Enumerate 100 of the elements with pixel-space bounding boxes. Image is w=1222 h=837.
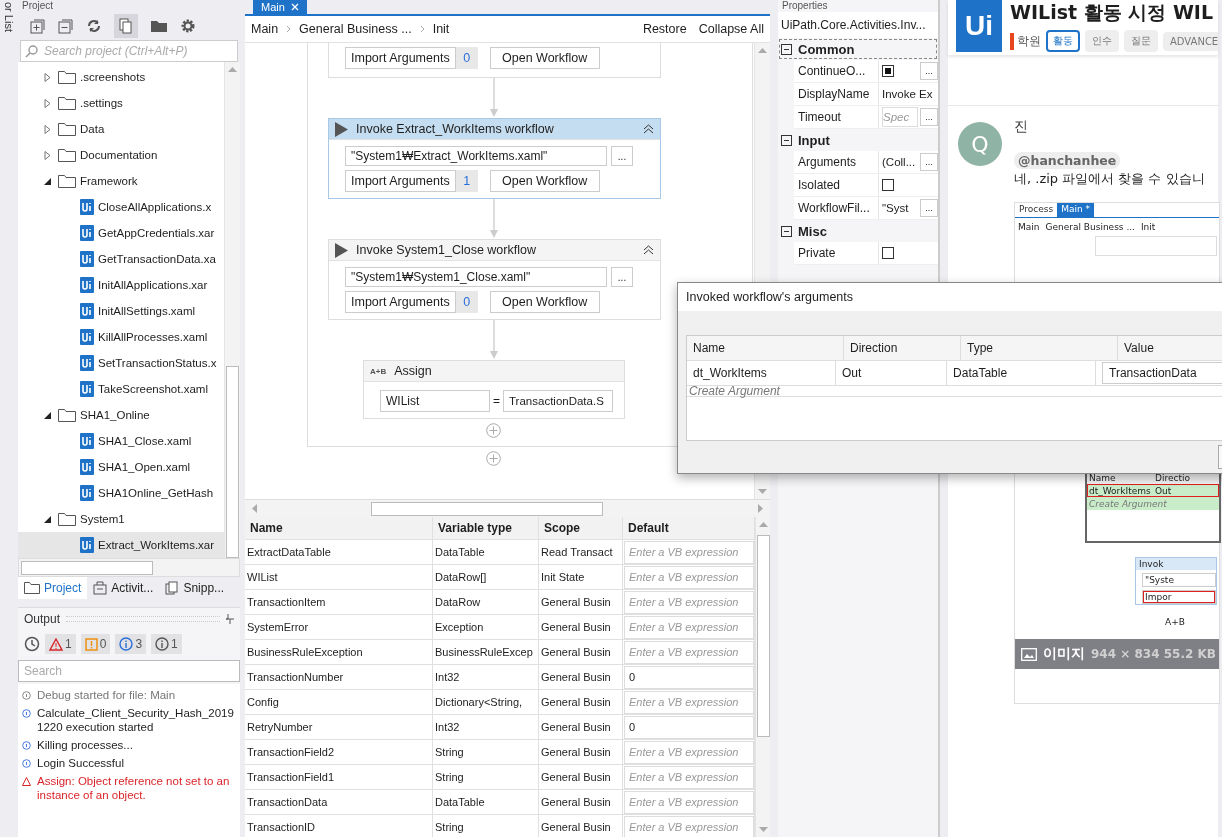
breadcrumb-link[interactable]: Init <box>432 22 450 36</box>
search-field[interactable]: Search <box>18 660 240 682</box>
clock-icon[interactable] <box>24 636 40 652</box>
tree-item[interactable]: Extract_WorkItems.xar <box>18 532 224 558</box>
column-header[interactable]: Name <box>245 517 433 539</box>
create-argument-row[interactable]: Create Argument <box>687 386 780 396</box>
toolbar-link[interactable]: Restore <box>642 22 687 36</box>
assign-value-field[interactable]: TransactionData.S <box>503 390 613 412</box>
expand-caret-icon[interactable] <box>44 124 52 134</box>
collapse-caret-icon[interactable] <box>44 514 52 524</box>
browse-button[interactable]: ... <box>920 108 938 126</box>
value-field[interactable]: TransactionData <box>1102 362 1222 384</box>
collapse-icon[interactable] <box>643 245 654 255</box>
filter-button[interactable]: 0 <box>80 634 111 654</box>
property-value-field[interactable]: Invoke Ex <box>882 88 938 100</box>
mention-link[interactable]: @hanchanhee <box>1014 152 1121 169</box>
workflow-path-field[interactable]: "System1₩Extract_WorkItems.xaml" <box>345 146 607 166</box>
category-label[interactable]: 학원 <box>1010 32 1041 50</box>
filter-button[interactable]: 1 <box>45 634 76 654</box>
expand-caret-icon[interactable] <box>44 150 52 160</box>
collapse-box-icon[interactable] <box>781 225 792 237</box>
tree-item[interactable]: InitAllApplications.xar <box>18 272 224 298</box>
search-field[interactable]: Search project (Ctrl+Alt+P) <box>20 40 238 62</box>
activity-card[interactable]: Invoke System1_Close workflow "System1₩System1_Close.xaml" ... Import Arguments 0 Open Workflow <box>328 239 661 320</box>
tree-item[interactable]: TakeScreenshot.xaml <box>18 376 224 402</box>
browse-button[interactable]: ... <box>611 267 633 287</box>
tree-item[interactable]: SetTransactionStatus.x <box>18 350 224 376</box>
scroll-up-icon[interactable] <box>758 521 768 527</box>
column-header[interactable]: Type <box>961 336 1118 360</box>
filter-button[interactable]: 3 <box>115 634 147 654</box>
breadcrumb-link[interactable]: General Business ... <box>299 22 412 36</box>
scroll-right-icon[interactable] <box>758 504 764 513</box>
import-arguments-button[interactable]: Import Arguments <box>345 291 456 313</box>
breadcrumb-link[interactable]: Main <box>251 22 279 36</box>
folder-icon[interactable] <box>150 18 168 34</box>
refresh-icon[interactable] <box>86 18 102 34</box>
settings-icon[interactable] <box>180 18 196 34</box>
scroll-down-icon[interactable] <box>758 827 768 833</box>
activity-card[interactable]: Invoke Extract_WorkItems workflow "System1₩Extract_WorkItems.xaml" ... Import Arguments 1 Open Workflow <box>328 118 661 199</box>
tree-item[interactable]: SHA1_Open.xaml <box>18 454 224 480</box>
scrollbar[interactable] <box>245 499 770 517</box>
author-name[interactable]: 진 <box>1014 118 1028 136</box>
tag[interactable]: 질문 <box>1124 30 1158 52</box>
add-activity-icon[interactable] <box>486 423 501 438</box>
tree-item[interactable]: SHA1_Close.xaml <box>18 428 224 454</box>
collapse-caret-icon[interactable] <box>44 410 52 420</box>
property-value-field[interactable]: "Syst <box>882 202 918 214</box>
scroll-up-icon[interactable] <box>228 66 237 72</box>
scroll-left-icon[interactable] <box>251 504 257 513</box>
open-workflow-button[interactable]: Open Workflow <box>489 47 600 69</box>
import-arguments-button[interactable]: Import Arguments <box>345 170 456 192</box>
activity-card[interactable]: A+B Assign WIList = TransactionData.S <box>363 360 625 419</box>
tree-item[interactable]: SHA1Online_GetHash <box>18 480 224 506</box>
column-header[interactable]: Name <box>687 336 844 360</box>
panel-tab[interactable]: Project <box>18 577 88 599</box>
tree-item[interactable]: .screenshots <box>18 64 224 90</box>
checkbox[interactable] <box>882 179 894 191</box>
tree-item[interactable]: System1 <box>18 506 224 532</box>
browse-button[interactable]: ... <box>920 199 938 217</box>
expand-caret-icon[interactable] <box>44 72 52 82</box>
collapse-caret-icon[interactable] <box>44 176 52 186</box>
checkbox[interactable] <box>882 247 894 259</box>
add-activity-icon[interactable] <box>486 451 501 466</box>
activity-card[interactable]: Import Arguments 0 Open Workflow <box>328 43 661 78</box>
tree-item[interactable]: InitAllSettings.xaml <box>18 298 224 324</box>
scroll-up-icon[interactable] <box>758 47 767 53</box>
tree-item[interactable]: .settings <box>18 90 224 116</box>
tree-item[interactable]: Framework <box>18 168 224 194</box>
scroll-down-icon[interactable] <box>758 489 767 495</box>
collapse-box-icon[interactable] <box>781 134 792 146</box>
collapse-icon[interactable] <box>643 124 654 134</box>
workflow-path-field[interactable]: "System1₩System1_Close.xaml" <box>345 267 607 287</box>
minus-box-icon[interactable] <box>58 18 74 34</box>
plus-box-icon[interactable] <box>30 18 46 34</box>
tree-item[interactable]: Documentation <box>18 142 224 168</box>
tag[interactable]: 인수 <box>1085 30 1119 52</box>
tree-item[interactable]: CloseAllApplications.x <box>18 194 224 220</box>
tag[interactable]: 활동 <box>1046 30 1080 52</box>
document-tab[interactable]: Main <box>253 0 307 14</box>
tree-item[interactable]: KillAllProcesses.xaml <box>18 324 224 350</box>
expand-caret-icon[interactable] <box>44 98 52 108</box>
scrollbar[interactable] <box>755 517 770 837</box>
site-logo[interactable]: Ui <box>956 0 1002 52</box>
import-arguments-button[interactable]: Import Arguments <box>345 47 456 69</box>
property-value-field[interactable]: (Coll... <box>882 156 918 168</box>
checkbox[interactable] <box>882 65 894 77</box>
tree-item[interactable]: SHA1_Online <box>18 402 224 428</box>
filter-button[interactable]: 1 <box>151 634 182 654</box>
assign-target-field[interactable]: WIList <box>380 390 490 412</box>
column-header[interactable]: Direction <box>844 336 961 360</box>
column-header[interactable]: Variable type <box>433 517 539 539</box>
panel-label[interactable]: or List <box>3 2 15 837</box>
tree-item[interactable]: GetAppCredentials.xar <box>18 220 224 246</box>
column-header[interactable]: Value <box>1118 336 1222 360</box>
toolbar-link[interactable]: Collapse All <box>698 22 764 36</box>
browse-button[interactable]: ... <box>611 146 633 166</box>
browse-button[interactable]: ... <box>920 62 938 80</box>
tree-item[interactable]: Data <box>18 116 224 142</box>
open-workflow-button[interactable]: Open Workflow <box>489 291 600 313</box>
pin-icon[interactable] <box>226 614 234 624</box>
